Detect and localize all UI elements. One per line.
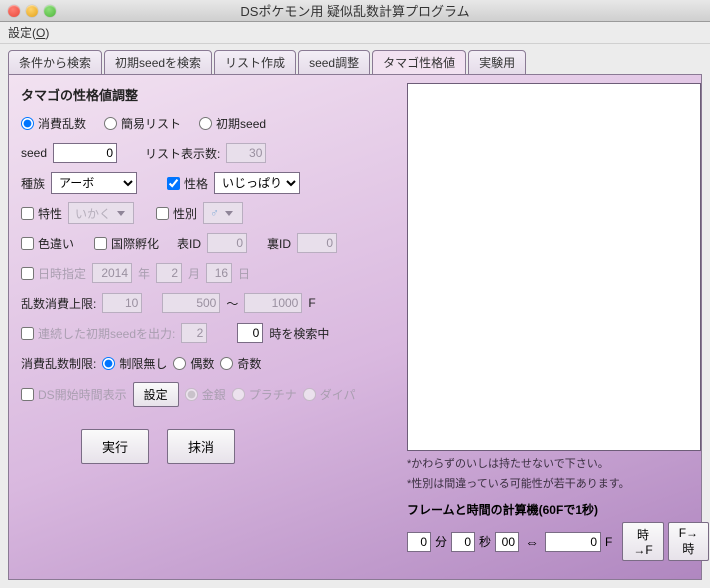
tab-bar: 条件から検索初期seedを検索リスト作成seed調整タマゴ性格値実験用 (8, 50, 702, 75)
tab-5[interactable]: 実験用 (468, 50, 526, 75)
cont-seed-suffix: 時を検索中 (269, 325, 329, 342)
nature-select[interactable]: いじっぱり (214, 172, 300, 194)
species-select[interactable]: アーボ (51, 172, 137, 194)
calc-frame[interactable] (545, 532, 601, 552)
output-area[interactable] (407, 83, 701, 451)
time-to-frame-button[interactable]: 時→F (622, 522, 663, 561)
radio-restrict-odd[interactable]: 奇数 (220, 355, 261, 372)
clear-button[interactable]: 抹消 (167, 429, 235, 464)
calc-f-suffix: F (605, 535, 612, 549)
tab-2[interactable]: リスト作成 (214, 50, 296, 75)
calc-csec[interactable] (495, 532, 519, 552)
radio-simple-list[interactable]: 簡易リスト (104, 115, 181, 132)
year-input (92, 263, 132, 283)
titlebar: DSポケモン用 疑似乱数計算プログラム (0, 0, 710, 22)
f-suffix: F (308, 296, 315, 310)
year-suffix: 年 (138, 265, 150, 282)
chevron-down-icon (117, 211, 125, 216)
species-label: 種族 (21, 175, 45, 192)
tilde: ～ (226, 295, 238, 312)
radio-init-seed[interactable]: 初期seed (199, 115, 266, 132)
calc-sec-suffix: 秒 (479, 533, 491, 550)
consume-limit-label: 乱数消費上限: (21, 295, 96, 312)
cont-seed-checkbox[interactable]: 連続した初期seedを出力: (21, 325, 175, 342)
month-input (156, 263, 182, 283)
consume-restrict-label: 消費乱数制限: (21, 355, 96, 372)
calc-sec[interactable] (451, 532, 475, 552)
shiny-checkbox[interactable]: 色違い (21, 235, 74, 252)
day-suffix: 日 (238, 265, 250, 282)
section-title: タマゴの性格値調整 (21, 85, 399, 104)
tab-4[interactable]: タマゴ性格値 (372, 50, 466, 75)
cont-seed-count (181, 323, 207, 343)
list-count-label: リスト表示数: (145, 145, 220, 162)
seed-label: seed (21, 146, 47, 160)
consume-limit-b (162, 293, 220, 313)
intl-checkbox[interactable]: 国際孵化 (94, 235, 159, 252)
radio-ver-dp: ダイパ (303, 386, 356, 403)
gender-select: ♂ (203, 202, 243, 224)
consume-limit-a (102, 293, 142, 313)
month-suffix: 月 (188, 265, 200, 282)
date-checkbox[interactable]: 日時指定 (21, 265, 86, 282)
nature-checkbox[interactable]: 性格 (167, 175, 208, 192)
calc-heading: フレームと時間の計算機(60Fで1秒) (407, 501, 701, 518)
tab-0[interactable]: 条件から検索 (8, 50, 102, 75)
radio-ver-gs: 金銀 (185, 386, 226, 403)
ability-checkbox[interactable]: 特性 (21, 205, 62, 222)
panel-egg-pid: タマゴの性格値調整 消費乱数 簡易リスト 初期seed seed リスト表示数:… (8, 74, 702, 580)
list-count-input (226, 143, 266, 163)
surface-id-input (207, 233, 247, 253)
menubar: 設定(O) (0, 22, 710, 44)
tab-3[interactable]: seed調整 (298, 50, 370, 75)
day-input (206, 263, 232, 283)
radio-restrict-even[interactable]: 偶数 (173, 355, 214, 372)
ability-select: いかく (68, 202, 134, 224)
back-id-input (297, 233, 337, 253)
menu-settings[interactable]: 設定(O) (8, 24, 49, 41)
set-button[interactable]: 設定 (133, 382, 179, 407)
cont-seed-hour[interactable] (237, 323, 263, 343)
run-button[interactable]: 実行 (81, 429, 149, 464)
calc-min[interactable] (407, 532, 431, 552)
calc-min-suffix: 分 (435, 533, 447, 550)
bidir-arrow-icon: ⇔ (523, 534, 541, 550)
frame-to-time-button[interactable]: F→時 (668, 522, 709, 561)
radio-restrict-none[interactable]: 制限無し (102, 355, 167, 372)
ds-start-checkbox[interactable]: DS開始時間表示 (21, 386, 127, 403)
chevron-down-icon (225, 211, 233, 216)
consume-limit-c (244, 293, 302, 313)
seed-input[interactable] (53, 143, 117, 163)
window-title: DSポケモン用 疑似乱数計算プログラム (0, 1, 710, 20)
radio-ver-pt: プラチナ (232, 386, 297, 403)
gender-checkbox[interactable]: 性別 (156, 205, 197, 222)
note-2: *性別は間違っている可能性が若干あります。 (407, 475, 701, 491)
surface-id-label: 表ID (177, 235, 201, 252)
tab-1[interactable]: 初期seedを検索 (104, 50, 212, 75)
radio-consume[interactable]: 消費乱数 (21, 115, 86, 132)
note-1: *かわらずのいしは持たせないで下さい。 (407, 455, 701, 471)
back-id-label: 裏ID (267, 235, 291, 252)
